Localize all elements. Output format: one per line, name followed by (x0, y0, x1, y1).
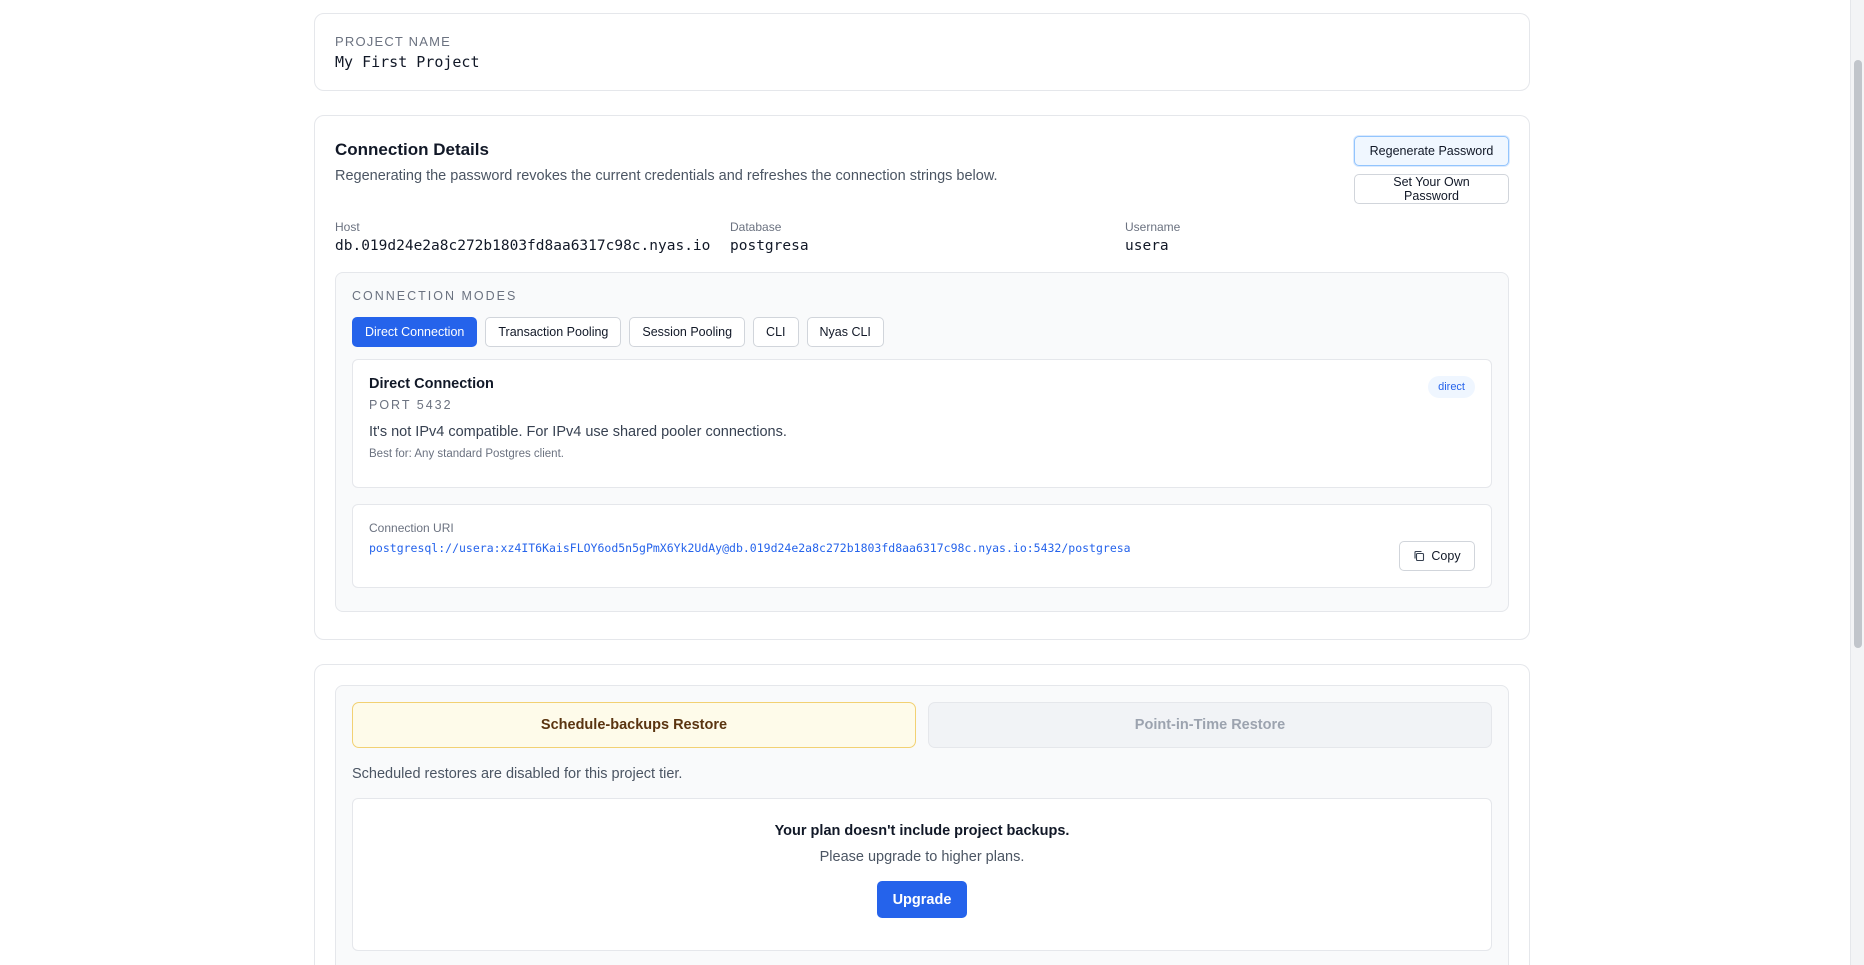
connection-details-subtitle: Regenerating the password revokes the cu… (335, 168, 998, 184)
database-label: Database (730, 220, 782, 234)
connection-modes-label: CONNECTION MODES (352, 289, 518, 303)
mode-description: It's not IPv4 compatible. For IPv4 use s… (369, 424, 787, 440)
copy-label: Copy (1431, 549, 1461, 563)
mode-title: Direct Connection (369, 376, 494, 392)
restore-panel: Schedule-backups Restore Point-in-Time R… (335, 685, 1509, 965)
tab-nyas-cli[interactable]: Nyas CLI (806, 317, 884, 347)
tab-point-in-time-restore[interactable]: Point-in-Time Restore (928, 702, 1492, 748)
connection-uri-box: Connection URI postgresql://usera:xz4IT6… (352, 504, 1492, 588)
restore-card: Schedule-backups Restore Point-in-Time R… (314, 664, 1530, 965)
username-value: usera (1125, 238, 1169, 254)
project-name-value: My First Project (335, 53, 480, 71)
page-scrollbar[interactable] (1850, 0, 1864, 965)
password-actions: Regenerate Password Set Your Own Passwor… (1354, 136, 1509, 204)
copy-button[interactable]: Copy (1399, 541, 1475, 571)
connection-uri-label: Connection URI (369, 521, 454, 535)
connection-mode-tabs: Direct Connection Transaction Pooling Se… (352, 317, 1492, 347)
mode-badge: direct (1428, 376, 1475, 398)
database-field: Database postgresa (730, 220, 1125, 254)
username-field: Username usera (1125, 220, 1509, 254)
restore-tabs: Schedule-backups Restore Point-in-Time R… (352, 702, 1492, 748)
host-field: Host db.019d24e2a8c272b1803fd8aa6317c98c… (335, 220, 730, 254)
project-name-label: PROJECT NAME (335, 34, 452, 49)
tab-session-pooling[interactable]: Session Pooling (629, 317, 746, 347)
tab-transaction-pooling[interactable]: Transaction Pooling (485, 317, 622, 347)
restore-note: Scheduled restores are disabled for this… (352, 766, 683, 782)
plan-notice: Your plan doesn't include project backup… (352, 798, 1492, 951)
connection-details-title: Connection Details (335, 140, 489, 159)
username-label: Username (1125, 220, 1181, 234)
connection-info: Host db.019d24e2a8c272b1803fd8aa6317c98c… (335, 220, 1509, 254)
plan-subtitle: Please upgrade to higher plans. (819, 849, 1025, 865)
database-value: postgresa (730, 238, 809, 254)
tab-cli[interactable]: CLI (753, 317, 799, 347)
host-value: db.019d24e2a8c272b1803fd8aa6317c98c.nyas… (335, 238, 711, 254)
tab-direct-connection[interactable]: Direct Connection (352, 317, 478, 347)
mode-detail-card: Direct Connection PORT 5432 It's not IPv… (352, 359, 1492, 488)
upgrade-button[interactable]: Upgrade (877, 881, 967, 918)
regenerate-password-button[interactable]: Regenerate Password (1354, 136, 1509, 166)
mode-port: PORT 5432 (369, 398, 453, 412)
scrollbar-thumb[interactable] (1854, 60, 1862, 648)
project-card: PROJECT NAME My First Project (314, 13, 1530, 91)
host-label: Host (335, 220, 360, 234)
connection-details-card: Connection Details Regenerating the pass… (314, 115, 1530, 640)
set-own-password-button[interactable]: Set Your Own Password (1354, 174, 1509, 204)
plan-title: Your plan doesn't include project backup… (774, 823, 1070, 839)
main-content: PROJECT NAME My First Project Connection… (314, 13, 1530, 965)
connection-uri-value: postgresql://usera:xz4IT6KaisFLOY6od5n5g… (369, 541, 1131, 555)
copy-icon (1413, 550, 1425, 562)
mode-best-for: Best for: Any standard Postgres client. (369, 448, 564, 460)
tab-schedule-backups-restore[interactable]: Schedule-backups Restore (352, 702, 916, 748)
connection-modes-panel: CONNECTION MODES Direct Connection Trans… (335, 272, 1509, 612)
page: PROJECT NAME My First Project Connection… (0, 0, 1864, 965)
